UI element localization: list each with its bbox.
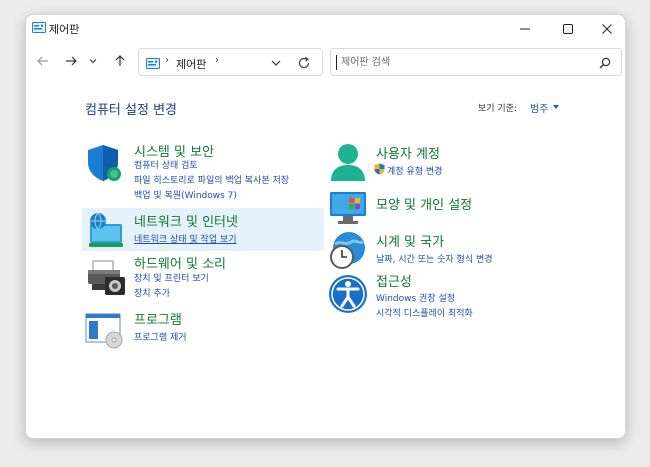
chevron-down-icon[interactable] [270,58,282,68]
link-change-date-time-format[interactable]: 날짜, 시간 또는 숫자 형식 변경 [376,252,493,265]
refresh-icon[interactable] [297,56,311,70]
control-panel-icon [32,22,46,33]
link-devices-printers[interactable]: 장치 및 프린터 보기 [134,271,209,284]
forward-button[interactable] [61,51,81,71]
title-bar: 제어판 [26,15,625,43]
link-backup-restore[interactable]: 백업 및 복원(Windows 7) [134,188,237,201]
shield-icon[interactable] [85,143,125,183]
breadcrumb-separator[interactable]: › [165,55,169,66]
close-button[interactable] [588,15,625,43]
minimize-icon [520,28,530,30]
category-appearance-personalization[interactable]: 모양 및 개인 설정 [376,194,472,213]
control-panel-window: 제어판 › 제어판 › 제어판 검색 컴퓨터 설정 변경 보기 기준: 범주 시… [25,14,626,439]
printer-icon[interactable] [85,260,127,296]
breadcrumb-control-panel[interactable]: 제어판 [176,56,206,72]
link-change-account-type[interactable]: 계정 유형 변경 [387,164,442,177]
link-file-history-backup[interactable]: 파일 히스토리로 파일의 백업 복사본 저장 [134,173,289,186]
personalization-icon[interactable] [328,190,370,226]
navigation-bar: › 제어판 › [26,45,625,77]
category-clock-region[interactable]: 시계 및 국가 [376,231,444,250]
back-arrow-icon [37,56,48,66]
accessibility-icon[interactable] [328,274,368,314]
search-input[interactable] [341,53,591,71]
search-box[interactable] [330,48,622,76]
control-panel-icon [146,58,160,69]
page-title: 컴퓨터 설정 변경 [85,103,177,118]
breadcrumb-separator[interactable]: › [215,55,219,66]
category-ease-of-access[interactable]: 접근성 [376,271,412,290]
maximize-icon [563,24,573,34]
clock-globe-icon[interactable] [327,230,369,270]
link-add-device[interactable]: 장치 추가 [134,286,170,299]
view-by-label: 보기 기준: [478,104,518,114]
forward-arrow-icon [66,56,77,66]
category-network-internet[interactable]: 네트워크 및 인터넷 [134,211,238,230]
recent-locations-button[interactable] [86,51,100,71]
minimize-button[interactable] [506,15,544,43]
up-button[interactable] [110,51,130,71]
chevron-down-icon [89,59,97,64]
link-optimize-visual-display[interactable]: 시각적 디스플레이 최적화 [376,306,473,319]
uac-shield-icon [374,163,385,175]
network-icon[interactable] [85,211,125,249]
link-network-status[interactable]: 네트워크 상태 및 작업 보기 [134,232,237,245]
category-hardware-sound[interactable]: 하드웨어 및 소리 [134,253,226,272]
programs-icon[interactable] [85,313,127,349]
view-by-dropdown[interactable]: 범주 [530,100,548,115]
chevron-down-icon[interactable] [553,105,559,109]
address-bar[interactable]: › 제어판 › [138,48,323,76]
window-title: 제어판 [49,23,80,36]
link-uninstall-program[interactable]: 프로그램 제거 [134,330,187,343]
link-windows-recommended-settings[interactable]: Windows 권장 설정 [376,291,455,304]
link-review-computer-status[interactable]: 컴퓨터 상태 검토 [134,158,198,171]
maximize-button[interactable] [549,15,587,43]
category-user-accounts[interactable]: 사용자 계정 [376,143,440,162]
back-button[interactable] [33,51,53,71]
close-icon [602,24,612,34]
up-arrow-icon [115,55,125,66]
category-programs[interactable]: 프로그램 [134,309,182,328]
search-icon[interactable] [599,57,611,69]
text-caret [336,55,337,70]
user-icon[interactable] [328,143,368,183]
